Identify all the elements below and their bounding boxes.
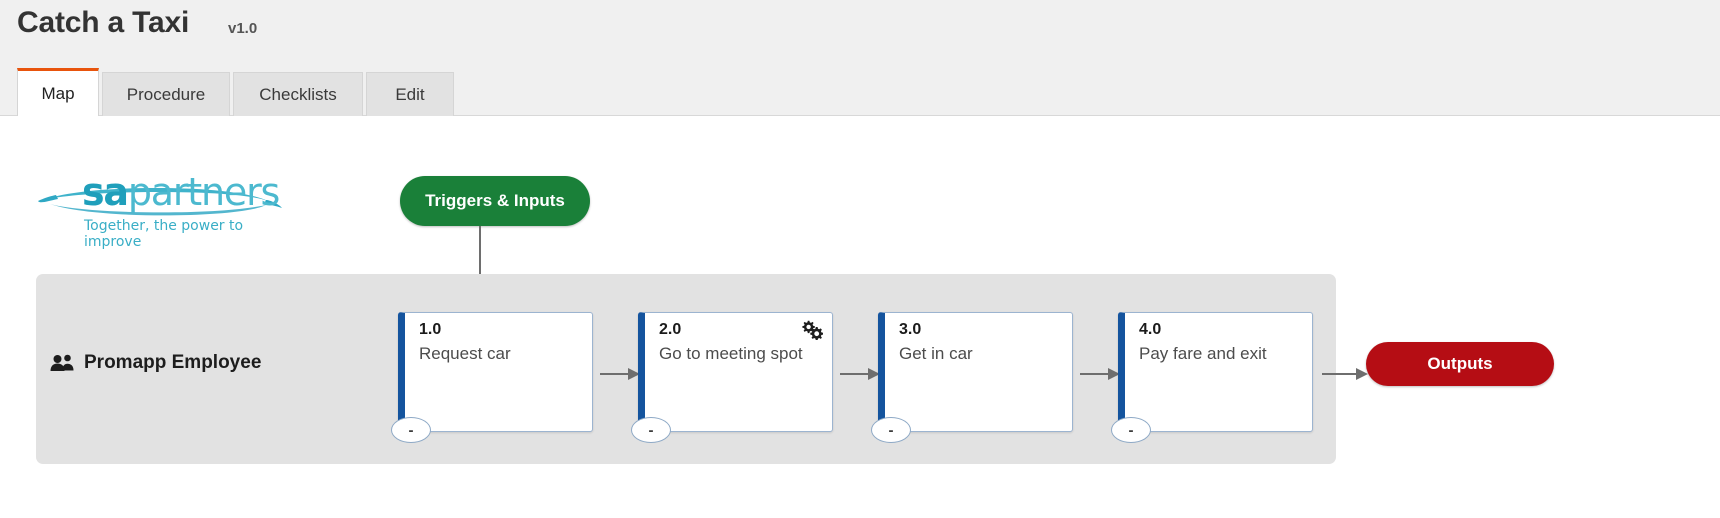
tab-bar: Map Procedure Checklists Edit <box>0 68 1720 116</box>
logo-word-bold: sa <box>82 170 129 214</box>
triggers-and-inputs-node[interactable]: Triggers & Inputs <box>400 176 590 226</box>
tab-procedure-label: Procedure <box>126 84 206 104</box>
process-step-4-label: Pay fare and exit <box>1139 344 1267 363</box>
swimlane-role: Promapp Employee <box>50 352 261 374</box>
tab-edit-label: Edit <box>395 84 425 104</box>
page-version-label: v1.0 <box>228 20 258 37</box>
sapartners-logo: sapartners Together, the power to improv… <box>36 164 286 250</box>
process-step-1-badge[interactable]: - <box>391 417 431 443</box>
gears-icon[interactable] <box>801 320 823 340</box>
connector-step2-to-step3 <box>840 368 880 380</box>
logo-tagline: Together, the power to improve <box>84 218 244 250</box>
process-step-1-number: 1.0 <box>419 321 442 338</box>
logo-word-light: partners <box>127 170 280 214</box>
process-step-1[interactable]: 1.0 Request car - <box>391 312 593 443</box>
connector-step3-to-step4 <box>1080 368 1120 380</box>
people-icon <box>50 354 74 371</box>
tab-map-label: Map <box>41 83 75 103</box>
tab-procedure[interactable]: Procedure <box>102 72 230 116</box>
process-step-2-number: 2.0 <box>659 321 682 338</box>
process-step-4-badge[interactable]: - <box>1111 417 1151 443</box>
process-step-1-label: Request car <box>419 344 511 363</box>
connector-step4-to-outputs <box>1322 368 1368 380</box>
outputs-label: Outputs <box>1427 354 1493 373</box>
swimlane-role-label: Promapp Employee <box>84 352 262 373</box>
process-step-4[interactable]: 4.0 Pay fare and exit - <box>1111 312 1313 443</box>
process-step-3-number: 3.0 <box>899 321 922 338</box>
tab-map[interactable]: Map <box>17 68 99 116</box>
process-step-2-label: Go to meeting spot <box>659 344 803 363</box>
tab-checklists-label: Checklists <box>259 84 337 104</box>
process-step-3-label: Get in car <box>899 344 973 363</box>
process-step-4-number: 4.0 <box>1139 321 1162 338</box>
process-step-2-badge[interactable]: - <box>631 417 671 443</box>
outputs-node[interactable]: Outputs <box>1366 342 1554 386</box>
tab-checklists[interactable]: Checklists <box>233 72 363 116</box>
triggers-and-inputs-label: Triggers & Inputs <box>425 191 565 210</box>
tab-edit[interactable]: Edit <box>366 72 454 116</box>
logo-wordmark: sapartners <box>82 170 280 214</box>
process-step-3[interactable]: 3.0 Get in car - <box>871 312 1073 443</box>
process-step-3-badge[interactable]: - <box>871 417 911 443</box>
connector-step1-to-step2 <box>600 368 640 380</box>
header-bar: Catch a Taxi v1.0 <box>0 0 1720 68</box>
process-map-canvas: sapartners Together, the power to improv… <box>0 116 1720 518</box>
page-title: Catch a Taxi <box>17 6 190 39</box>
process-step-2[interactable]: 2.0 Go to meeting spot - <box>631 312 833 443</box>
